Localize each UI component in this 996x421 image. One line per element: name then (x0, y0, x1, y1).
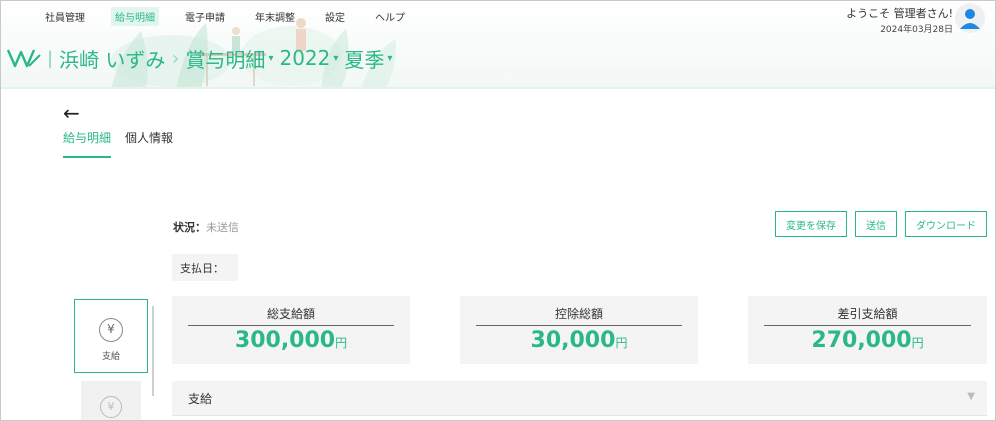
summary-unit: 円 (911, 336, 924, 350)
side-tabs-scrollbar[interactable] (152, 306, 154, 396)
nav-item-year-end-adjustment[interactable]: 年末調整 (251, 7, 299, 26)
breadcrumb-year[interactable]: 2022 (279, 46, 330, 70)
summary-value: 30,000円 (460, 328, 698, 353)
main-content: 状況：未送信 変更を保存 送信 ダウンロード 支払日： ¥ 支給 ¥ 総支給額 … (1, 161, 995, 420)
nav-item-help[interactable]: ヘルプ (371, 7, 409, 26)
summary-amount: 30,000 (530, 328, 616, 353)
top-nav: 社員管理 給与明細 電子申請 年末調整 設定 ヘルプ (41, 6, 431, 26)
tab-personal-info[interactable]: 個人情報 (125, 129, 173, 158)
breadcrumb-employee[interactable]: 浜崎 いずみ (59, 44, 165, 73)
caret-down-icon: ▼ (967, 391, 975, 402)
download-button[interactable]: ダウンロード (905, 211, 987, 237)
summary-title: 総支給額 (188, 305, 394, 326)
payment-section-header[interactable]: 支給 ▼ (172, 381, 987, 415)
side-tab-label: 支給 (101, 352, 120, 362)
nav-item-e-application[interactable]: 電子申請 (181, 7, 229, 26)
side-tab-second[interactable]: ¥ (81, 381, 141, 420)
breadcrumb-separator: | (47, 47, 54, 69)
status-label: 状況： (173, 221, 206, 234)
nav-item-settings[interactable]: 設定 (321, 7, 349, 26)
logo-icon (7, 49, 41, 68)
user-avatar-icon[interactable] (955, 3, 985, 33)
summary-title: 差引支給額 (764, 305, 971, 326)
welcome-message: ようこそ 管理者さん! (846, 7, 953, 20)
summary-card-net: 差引支給額 270,000円 (748, 296, 987, 364)
yen-icon: ¥ (99, 318, 123, 342)
side-tab-payment[interactable]: ¥ 支給 (74, 299, 148, 373)
nav-item-payslips[interactable]: 給与明細 (111, 6, 159, 26)
tabs-bar: ← 給与明細 個人情報 (1, 89, 995, 161)
summary-unit: 円 (335, 336, 348, 350)
save-changes-button[interactable]: 変更を保存 (775, 211, 847, 237)
action-buttons: 変更を保存 送信 ダウンロード (767, 211, 987, 237)
status-line: 状況：未送信 (173, 219, 239, 235)
breadcrumb-season[interactable]: 夏季 (344, 44, 384, 73)
year-caret-icon[interactable]: ▾ (333, 53, 338, 64)
summary-card-deductions: 控除総額 30,000円 (460, 296, 698, 364)
summary-amount: 300,000 (234, 328, 336, 353)
season-caret-icon[interactable]: ▾ (387, 53, 392, 64)
summary-card-gross: 総支給額 300,000円 (172, 296, 410, 364)
summary-title: 控除総額 (476, 305, 682, 326)
section-divider (172, 415, 987, 416)
current-date: 2024年03月28日 (880, 25, 953, 35)
summary-value: 270,000円 (748, 328, 987, 353)
tab-payslip[interactable]: 給与明細 (63, 129, 112, 158)
payment-date-label: 支払日： (172, 254, 238, 281)
payslip-type-caret-icon[interactable]: ▾ (268, 53, 273, 64)
app-window: 社員管理 給与明細 電子申請 年末調整 設定 ヘルプ ようこそ 管理者さん! 2… (0, 0, 996, 421)
breadcrumb: | 浜崎 いずみ › 賞与明細 ▾ 2022 ▾ 夏季 ▾ (7, 44, 398, 72)
status-value: 未送信 (206, 221, 239, 234)
breadcrumb-arrow-icon: › (171, 46, 180, 70)
arrow-left-icon[interactable]: ← (63, 101, 80, 125)
summary-amount: 270,000 (811, 328, 912, 353)
send-button[interactable]: 送信 (855, 211, 897, 237)
user-avatar-glyph (960, 9, 980, 29)
header: 社員管理 給与明細 電子申請 年末調整 設定 ヘルプ ようこそ 管理者さん! 2… (1, 1, 995, 89)
summary-value: 300,000円 (172, 328, 410, 353)
nav-item-employees[interactable]: 社員管理 (41, 7, 89, 26)
section-title: 支給 (188, 392, 213, 406)
tabs: 給与明細 個人情報 (63, 129, 187, 158)
summary-unit: 円 (615, 336, 628, 350)
yen-icon: ¥ (100, 396, 122, 418)
breadcrumb-payslip-type[interactable]: 賞与明細 (185, 44, 265, 73)
